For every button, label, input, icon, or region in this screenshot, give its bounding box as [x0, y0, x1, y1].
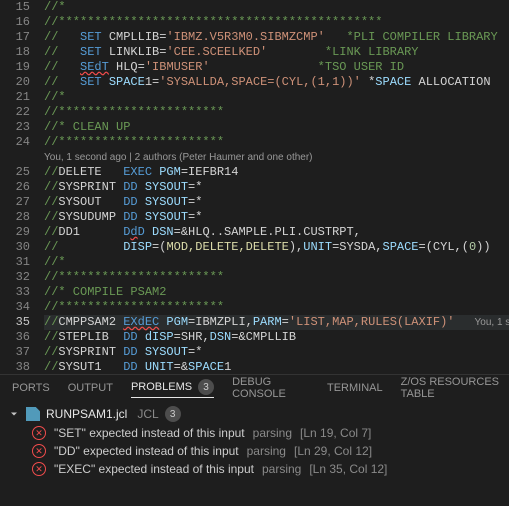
problem-message: "DD" expected instead of this input: [54, 444, 239, 458]
line-number: 20: [0, 75, 30, 90]
error-icon: ✕: [32, 426, 46, 440]
line-number: 17: [0, 30, 30, 45]
panel-tabs: PORTS OUTPUT PROBLEMS 3 DEBUG CONSOLE TE…: [0, 374, 509, 400]
code-line[interactable]: //***********************: [44, 300, 509, 315]
code-line[interactable]: //SYSUDUMP DD SYSOUT=*: [44, 210, 509, 225]
line-number: 22: [0, 105, 30, 120]
problems-file-count-badge: 3: [165, 406, 181, 422]
code-line[interactable]: //**************************************…: [44, 15, 509, 30]
code-editor[interactable]: 15161718192021222324 25262728293031323334…: [0, 0, 509, 374]
code-line[interactable]: //***********************: [44, 105, 509, 120]
code-line[interactable]: //***********************: [44, 135, 509, 150]
line-number: 16: [0, 15, 30, 30]
tab-terminal[interactable]: TERMINAL: [327, 382, 383, 394]
code-line[interactable]: //DELETE EXEC PGM=IEFBR14: [44, 165, 509, 180]
problem-location: [Ln 19, Col 7]: [300, 426, 371, 440]
tab-debug-console[interactable]: DEBUG CONSOLE: [232, 376, 309, 400]
problem-source: parsing: [253, 426, 292, 440]
code-line[interactable]: //* COMPILE PSAM2: [44, 285, 509, 300]
problems-file-name: RUNPSAM1.jcl: [46, 407, 127, 421]
problem-item[interactable]: ✕ "DD" expected instead of this input pars…: [0, 442, 509, 460]
line-number: 31: [0, 255, 30, 270]
code-line[interactable]: //DD1 DdD DSN=&HLQ..SAMPLE.PLI.CUSTRPT,: [44, 225, 509, 240]
tab-ports[interactable]: PORTS: [12, 382, 50, 394]
line-number: 29: [0, 225, 30, 240]
code-line[interactable]: //***********************: [44, 270, 509, 285]
codelens-annotation[interactable]: You, 1 second ago | 2 authors (Peter Hau…: [44, 150, 509, 165]
line-number: 26: [0, 180, 30, 195]
line-number: 24: [0, 135, 30, 150]
tab-problems[interactable]: PROBLEMS 3: [131, 379, 214, 398]
code-line[interactable]: //CMPPSAM2 EXdEC PGM=IBMZPLI,PARM='LIST,…: [44, 315, 509, 330]
line-number: 19: [0, 60, 30, 75]
tab-zos-resources[interactable]: Z/OS RESOURCES TABLE: [401, 376, 509, 400]
inline-blame: You, 1 second ago: [475, 317, 509, 328]
code-line[interactable]: //* CLEAN UP: [44, 120, 509, 135]
problem-message: "SET" expected instead of this input: [54, 426, 245, 440]
line-number: 38: [0, 360, 30, 374]
problems-file-type: JCL: [137, 407, 158, 421]
line-number: 25: [0, 165, 30, 180]
line-number-gutter: 15161718192021222324 25262728293031323334…: [0, 0, 44, 374]
code-line[interactable]: //SYSOUT DD SYSOUT=*: [44, 195, 509, 210]
line-number: 30: [0, 240, 30, 255]
chevron-down-icon: [8, 408, 20, 420]
code-line[interactable]: //*: [44, 255, 509, 270]
line-number: 23: [0, 120, 30, 135]
line-number: 33: [0, 285, 30, 300]
code-line[interactable]: // SET LINKLIB='CEE.SCEELKED' *LINK LIBR…: [44, 45, 509, 60]
code-line[interactable]: //SYSPRINT DD SYSOUT=*: [44, 345, 509, 360]
problem-item[interactable]: ✕ "EXEC" expected instead of this input pa…: [0, 460, 509, 478]
problem-location: [Ln 35, Col 12]: [309, 462, 387, 476]
code-line[interactable]: // SET SPACE1='SYSALLDA,SPACE=(CYL,(1,1)…: [44, 75, 509, 90]
line-number: 34: [0, 300, 30, 315]
problem-source: parsing: [262, 462, 301, 476]
code-line[interactable]: // SEdT HLQ='IBMUSER' *TSO USER ID: [44, 60, 509, 75]
line-number: 35: [0, 315, 30, 330]
error-icon: ✕: [32, 462, 46, 476]
code-line[interactable]: // DISP=(MOD,DELETE,DELETE),UNIT=SYSDA,S…: [44, 240, 509, 255]
problems-panel: RUNPSAM1.jcl JCL 3 ✕ "SET" expected inste…: [0, 400, 509, 482]
problem-message: "EXEC" expected instead of this input: [54, 462, 254, 476]
line-number: 15: [0, 0, 30, 15]
tab-problems-label: PROBLEMS: [131, 381, 192, 393]
code-area[interactable]: //*//***********************************…: [44, 0, 509, 374]
code-line[interactable]: //STEPLIB DD dISP=SHR,DSN=&CMPLLIB: [44, 330, 509, 345]
code-line[interactable]: //SYSUT1 DD UNIT=&SPACE1: [44, 360, 509, 374]
line-number: 27: [0, 195, 30, 210]
line-number: 32: [0, 270, 30, 285]
code-line[interactable]: //*: [44, 0, 509, 15]
problems-file-header[interactable]: RUNPSAM1.jcl JCL 3: [0, 404, 509, 424]
code-line[interactable]: //*: [44, 90, 509, 105]
line-number: 36: [0, 330, 30, 345]
problem-source: parsing: [247, 444, 286, 458]
file-icon: [26, 407, 40, 421]
problem-item[interactable]: ✕ "SET" expected instead of this input par…: [0, 424, 509, 442]
line-number: 21: [0, 90, 30, 105]
code-line[interactable]: // SET CMPLLIB='IBMZ.V5R3M0.SIBMZCMP' *P…: [44, 30, 509, 45]
problem-location: [Ln 29, Col 12]: [294, 444, 372, 458]
line-number: 28: [0, 210, 30, 225]
error-icon: ✕: [32, 444, 46, 458]
tab-output[interactable]: OUTPUT: [68, 382, 113, 394]
code-line[interactable]: //SYSPRINT DD SYSOUT=*: [44, 180, 509, 195]
line-number: 37: [0, 345, 30, 360]
problems-count-badge: 3: [198, 379, 214, 395]
line-number: 18: [0, 45, 30, 60]
